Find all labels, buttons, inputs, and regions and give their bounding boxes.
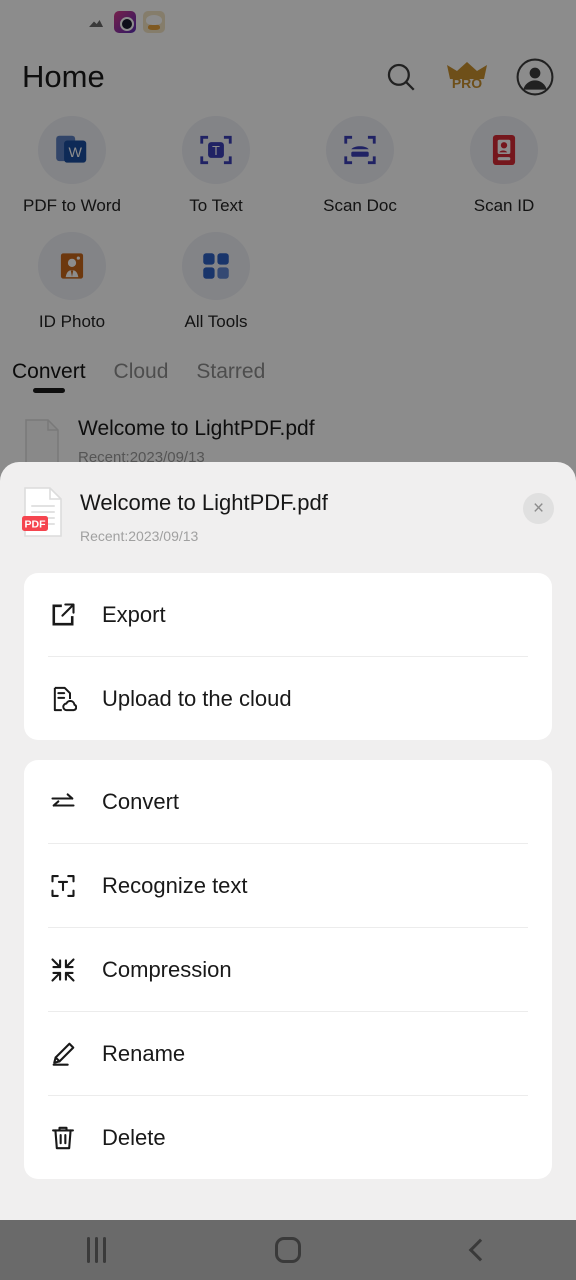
convert-icon (48, 787, 78, 817)
menu-item-upload-to-cloud[interactable]: Upload to the cloud (24, 657, 552, 740)
pdf-file-icon: PDF (22, 486, 64, 543)
home-icon[interactable] (192, 1237, 384, 1263)
menu-item-recognize-text[interactable]: Recognize text (24, 844, 552, 927)
svg-text:PDF: PDF (25, 519, 47, 531)
menu-item-export[interactable]: Export (24, 573, 552, 656)
menu-item-label: Recognize text (102, 872, 248, 898)
menu-item-label: Upload to the cloud (102, 685, 292, 711)
menu-item-label: Compression (102, 956, 232, 982)
back-icon[interactable] (384, 1238, 576, 1262)
rename-icon (48, 1039, 78, 1069)
close-icon[interactable]: × (523, 493, 554, 524)
menu-item-label: Rename (102, 1040, 186, 1066)
phone-screen: 14:17 98% Home PRO W PDF to Word T To Te… (0, 0, 576, 1280)
menu-item-compression[interactable]: Compression (24, 928, 552, 1011)
menu-item-label: Convert (102, 788, 180, 814)
sheet-header: PDF Welcome to LightPDF.pdf Recent:2023/… (0, 462, 576, 544)
file-actions-bottom-sheet: PDF Welcome to LightPDF.pdf Recent:2023/… (0, 462, 576, 1280)
menu-item-label: Delete (102, 1124, 166, 1150)
android-nav-bar (0, 1220, 576, 1280)
sheet-file-name: Welcome to LightPDF.pdf (80, 490, 328, 515)
menu-item-convert[interactable]: Convert (24, 760, 552, 843)
export-icon (48, 600, 78, 630)
action-group-tools: Convert Recognize text Compression Renam… (24, 760, 552, 1179)
menu-item-rename[interactable]: Rename (24, 1012, 552, 1095)
action-group-transfer: Export Upload to the cloud (24, 573, 552, 740)
menu-item-delete[interactable]: Delete (24, 1096, 552, 1179)
menu-item-label: Export (102, 601, 166, 627)
recents-icon[interactable] (0, 1237, 192, 1263)
compression-icon (48, 955, 78, 985)
sheet-file-date: Recent:2023/09/13 (80, 528, 199, 544)
sheet-file-meta: Welcome to LightPDF.pdf Recent:2023/09/1… (80, 486, 328, 544)
upload-cloud-icon (48, 684, 78, 714)
delete-icon (48, 1123, 78, 1153)
recognize-text-icon (48, 871, 78, 901)
